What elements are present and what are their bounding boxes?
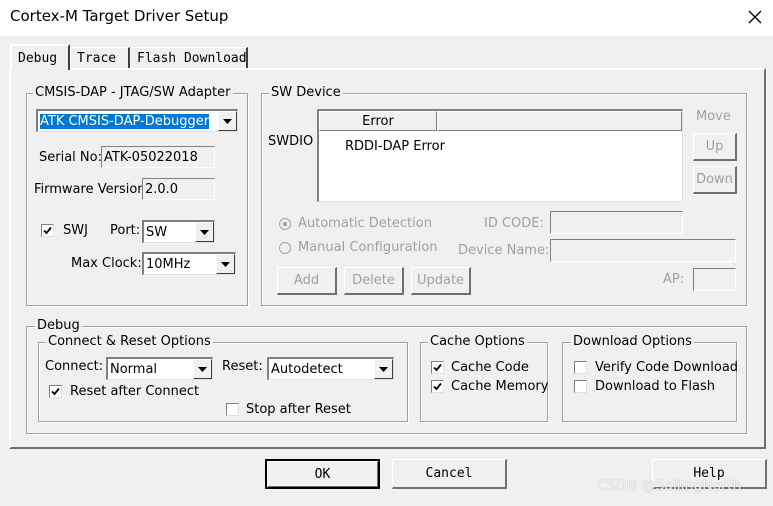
column-header-error[interactable]: Error — [319, 111, 437, 131]
sw-device-legend: SW Device — [269, 85, 343, 100]
down-button[interactable]: Down — [693, 166, 737, 194]
window-title: Cortex-M Target Driver Setup — [10, 7, 229, 25]
firmware-field: 2.0.0 — [142, 178, 215, 200]
cache-options-legend: Cache Options — [428, 334, 527, 349]
reset-select[interactable]: Autodetect — [267, 357, 394, 380]
reset-label: Reset: — [222, 359, 263, 374]
delete-button[interactable]: Delete — [344, 267, 404, 295]
id-code-label: ID CODE: — [484, 216, 544, 231]
debug-legend: Debug — [35, 318, 82, 333]
download-to-flash-checkbox[interactable] — [574, 380, 587, 393]
connect-value: Normal — [110, 361, 158, 377]
checkmark-icon — [433, 382, 442, 391]
watermark-text: CSDN @SailingNorth — [597, 478, 742, 494]
automatic-detection-radio[interactable] — [279, 218, 291, 230]
up-button[interactable]: Up — [693, 133, 737, 161]
max-clock-label: Max Clock: — [71, 256, 142, 271]
connect-reset-legend: Connect & Reset Options — [46, 334, 213, 349]
automatic-detection-label: Automatic Detection — [298, 216, 432, 231]
ap-label: AP: — [663, 272, 685, 287]
verify-code-download-checkbox[interactable] — [574, 361, 587, 374]
add-button[interactable]: Add — [277, 267, 337, 295]
chevron-down-icon — [216, 254, 235, 274]
swj-label: SWJ — [63, 223, 88, 238]
swdio-label: SWDIO — [268, 134, 314, 149]
reset-after-connect-checkbox[interactable] — [49, 385, 62, 398]
list-item[interactable]: RDDI-DAP Error — [345, 139, 445, 154]
serial-field: ATK-05022018 — [101, 146, 215, 168]
stop-after-reset-checkbox[interactable] — [226, 403, 239, 416]
adapter-selected-value: ATK CMSIS-DAP-Debugger — [40, 113, 210, 129]
cache-memory-label: Cache Memory — [451, 379, 549, 394]
device-name-label: Device Name: — [458, 243, 550, 258]
ok-button[interactable]: OK — [265, 459, 380, 489]
sw-device-list[interactable]: Error RDDI-DAP Error — [317, 109, 683, 202]
cache-memory-checkbox[interactable] — [431, 380, 444, 393]
cache-code-checkbox[interactable] — [431, 361, 444, 374]
cache-code-label: Cache Code — [451, 360, 529, 375]
manual-configuration-label: Manual Configuration — [298, 240, 438, 255]
device-name-field[interactable] — [550, 239, 736, 262]
verify-code-download-label: Verify Code Download — [595, 360, 739, 375]
adapter-legend: CMSIS-DAP - JTAG/SW Adapter — [33, 85, 233, 100]
connect-select[interactable]: Normal — [106, 357, 213, 380]
max-clock-value: 10MHz — [146, 256, 191, 272]
connect-reset-group — [38, 342, 408, 422]
close-button[interactable] — [740, 2, 770, 32]
checkmark-icon — [51, 387, 60, 396]
column-header-empty[interactable] — [437, 111, 682, 131]
port-select[interactable]: SW — [142, 220, 215, 243]
cancel-button[interactable]: Cancel — [392, 459, 507, 489]
checkmark-icon — [43, 226, 52, 235]
swj-checkbox[interactable] — [41, 224, 54, 237]
firmware-label: Firmware Version: — [34, 182, 150, 197]
id-code-field[interactable] — [550, 211, 683, 234]
download-to-flash-label: Download to Flash — [595, 379, 716, 394]
port-value: SW — [146, 224, 168, 240]
serial-label: Serial No: — [39, 150, 102, 165]
close-icon — [748, 10, 762, 24]
connect-label: Connect: — [45, 359, 104, 374]
tab-trace[interactable]: Trace — [70, 47, 130, 69]
ap-field[interactable] — [693, 268, 736, 291]
chevron-down-icon — [195, 222, 214, 242]
chevron-down-icon — [193, 359, 212, 379]
move-label: Move — [696, 109, 731, 124]
port-label: Port: — [110, 223, 141, 238]
reset-value: Autodetect — [271, 361, 343, 377]
max-clock-select[interactable]: 10MHz — [142, 252, 236, 275]
download-options-legend: Download Options — [571, 334, 694, 349]
manual-configuration-radio[interactable] — [279, 242, 291, 254]
chevron-down-icon — [374, 359, 393, 379]
chevron-down-icon — [218, 111, 237, 131]
update-button[interactable]: Update — [411, 267, 471, 295]
adapter-select[interactable]: ATK CMSIS-DAP-Debugger — [36, 109, 238, 132]
checkmark-icon — [433, 363, 442, 372]
stop-after-reset-label: Stop after Reset — [246, 402, 351, 417]
tab-debug[interactable]: Debug — [10, 44, 70, 70]
reset-after-connect-label: Reset after Connect — [70, 384, 200, 399]
tab-flash-download[interactable]: Flash Download — [130, 47, 248, 69]
